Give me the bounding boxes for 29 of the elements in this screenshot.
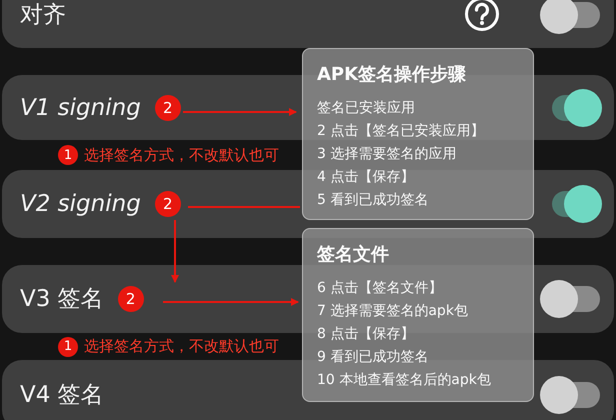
step-text: 7 选择需要签名的apk包 — [317, 302, 469, 321]
annotation-text: 选择签名方式，不改默认也可 — [84, 146, 279, 164]
panel-title: 签名文件 — [317, 243, 390, 267]
step-badge: 2 — [154, 94, 181, 120]
step-text: 2 点击【签名已安装应用】 — [317, 122, 486, 141]
help-icon[interactable] — [464, 0, 500, 32]
step-badge: 1 — [58, 336, 78, 356]
step-text: 签名已安装应用 — [317, 99, 416, 118]
annotation-text: 选择签名方式，不改默认也可 — [84, 337, 279, 356]
arrow — [171, 220, 179, 283]
step-badge: 2 — [154, 191, 181, 217]
panel-title: APK签名操作步骤 — [317, 63, 468, 87]
step-text: 8 点击【保存】 — [317, 325, 416, 344]
step-badge: 2 — [118, 286, 144, 312]
setting-label: V3 签名 — [20, 285, 104, 314]
step-text: 9 看到已成功签名 — [317, 348, 430, 367]
toggle-switch[interactable] — [540, 280, 602, 318]
setting-label: V1 signing — [20, 94, 141, 122]
toggle-switch[interactable] — [540, 0, 602, 34]
setting-label: V2 signing — [20, 190, 141, 219]
step-text: 5 看到已成功签名 — [317, 191, 430, 210]
step-text: 3 选择需要签名的应用 — [317, 145, 458, 164]
step-text: 10 本地查看签名后的apk包 — [317, 371, 492, 390]
toggle-switch[interactable] — [540, 376, 602, 414]
setting-label: V4 签名 — [20, 381, 104, 410]
step-text: 6 点击【签名文件】 — [317, 279, 444, 298]
setting-label: 对齐 — [20, 1, 66, 30]
step-badge: 1 — [58, 145, 78, 165]
step-text: 4 点击【保存】 — [317, 168, 416, 187]
